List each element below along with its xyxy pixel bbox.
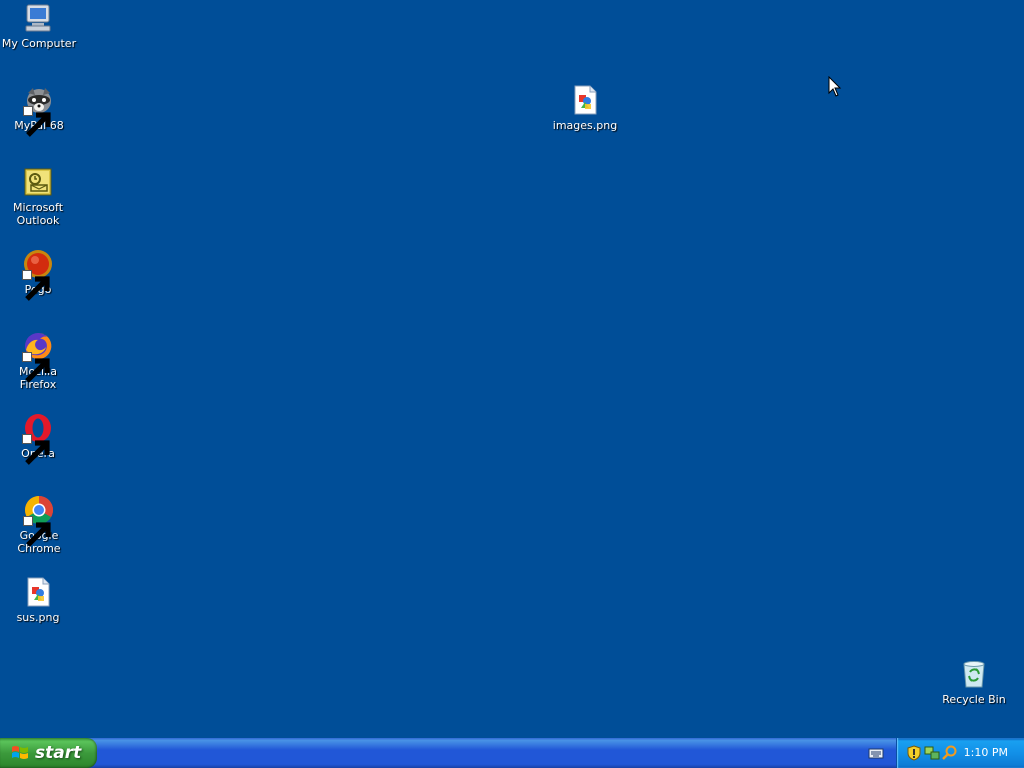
- network-icon[interactable]: [924, 745, 940, 761]
- shortcut-arrow-icon: [22, 352, 50, 383]
- opera-icon: [22, 412, 54, 465]
- image-file-icon: [22, 576, 54, 608]
- shortcut-arrow-icon: [23, 516, 51, 547]
- security-shield-icon[interactable]: [906, 745, 922, 761]
- start-label: start: [35, 743, 82, 763]
- recycle-bin-icon: [958, 658, 990, 690]
- desktop-icon-images-png[interactable]: images.png: [547, 84, 623, 132]
- mouse-cursor-icon: [828, 76, 842, 98]
- desktop[interactable]: My Computer MyPal 68 Microsoft Outlook P…: [0, 0, 1024, 738]
- desktop-icon-label: Microsoft Outlook: [12, 201, 64, 227]
- desktop-icon-sus-png[interactable]: sus.png: [0, 576, 76, 624]
- desktop-icon-google-chrome[interactable]: Google Chrome: [1, 494, 77, 555]
- desktop-icon-opera[interactable]: Opera: [0, 412, 76, 465]
- desktop-icon-mypal-68[interactable]: MyPal 68: [1, 84, 77, 137]
- search-icon[interactable]: [942, 745, 958, 761]
- firefox-icon: [22, 330, 54, 383]
- mypal-raccoon-icon: [23, 84, 55, 137]
- shortcut-arrow-icon: [22, 434, 50, 465]
- chrome-icon: [23, 494, 55, 547]
- windows-logo-icon: [10, 743, 30, 763]
- desktop-icon-label: Recycle Bin: [942, 693, 1006, 706]
- start-button[interactable]: start: [0, 738, 97, 768]
- keyboard-icon[interactable]: [868, 746, 884, 760]
- desktop-icon-label: My Computer: [1, 37, 77, 50]
- shortcut-arrow-icon: [23, 106, 51, 137]
- taskbar[interactable]: start 1:10 PM: [0, 738, 1024, 768]
- desktop-icon-microsoft-outlook[interactable]: Microsoft Outlook: [0, 166, 76, 227]
- desktop-icon-label: sus.png: [16, 611, 60, 624]
- desktop-icon-my-computer[interactable]: My Computer: [1, 2, 77, 50]
- system-tray: 1:10 PM: [896, 738, 1024, 768]
- pego-icon: [22, 248, 54, 301]
- desktop-icon-mozilla-firefox[interactable]: Mozilla Firefox: [0, 330, 76, 391]
- outlook-icon: [22, 166, 54, 198]
- computer-icon: [23, 2, 55, 34]
- image-file-icon: [569, 84, 601, 116]
- clock[interactable]: 1:10 PM: [964, 746, 1008, 759]
- desktop-icon-pego[interactable]: Pego: [0, 248, 76, 301]
- shortcut-arrow-icon: [22, 270, 50, 301]
- desktop-icon-label: images.png: [552, 119, 618, 132]
- desktop-icon-recycle-bin[interactable]: Recycle Bin: [936, 658, 1012, 706]
